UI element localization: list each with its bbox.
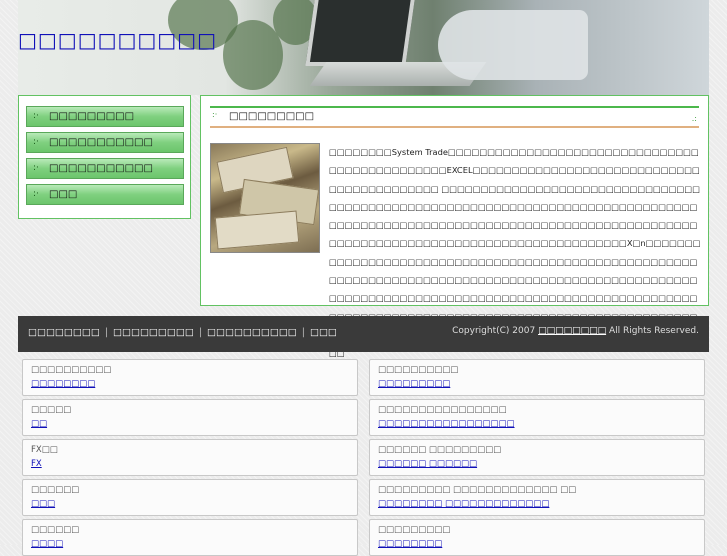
link-box-url[interactable]: □□□ bbox=[31, 499, 55, 509]
link-box-title: □□□□□□ □□□□□□□□□ bbox=[378, 445, 502, 455]
link-box-title: □□□□□□□□□□ bbox=[378, 365, 459, 375]
main-content: :· □□□□□□□□□ .: □□□□□□□□System Trade□□□□… bbox=[200, 95, 709, 358]
footer-link-2[interactable]: □□□□□□□□□ bbox=[113, 327, 194, 338]
link-box-title: □□□□□ bbox=[31, 405, 72, 415]
link-box-title: □□□□□□□□□ □□□□□□□□□□□□□ □□ bbox=[378, 485, 577, 495]
copyright-prefix: Copyright(C) 2007 bbox=[452, 326, 536, 336]
link-box-url[interactable]: □□□□□□□□□□□□□□□□□ bbox=[378, 419, 515, 429]
laptop-image bbox=[305, 0, 415, 66]
link-box-title: □□□□□□ bbox=[31, 485, 80, 495]
footer-link-4[interactable]: □□□ bbox=[310, 327, 337, 338]
sidebar-item-label: □□□□□□□□□ bbox=[49, 111, 135, 122]
copyright-link[interactable]: □□□□□□□□ bbox=[538, 326, 606, 336]
footer-links: □□□□□□□□ | □□□□□□□□□ | □□□□□□□□□□ | □□□ bbox=[28, 327, 337, 338]
content-heading: :· □□□□□□□□□ .: bbox=[210, 106, 699, 128]
link-box-url[interactable]: □□□□□□□□ □□□□□□□□□□□□□ bbox=[378, 499, 549, 509]
link-box: □□□□□□ □□□□□□□□□ □□□□□□ □□□□□□ bbox=[369, 439, 705, 476]
banknote-shape bbox=[214, 210, 300, 250]
copyright: Copyright(C) 2007 □□□□□□□□ All Rights Re… bbox=[452, 326, 699, 336]
link-box: □□□□□□□□□□□□□□□□ □□□□□□□□□□□□□□□□□ bbox=[369, 399, 705, 436]
sidebar-item-2[interactable]: :· □□□□□□□□□□□ bbox=[26, 132, 184, 153]
link-box-title: FX□□ bbox=[31, 445, 58, 455]
link-box: FX□□ FX bbox=[22, 439, 358, 476]
sidebar-item-label: □□□□□□□□□□□ bbox=[49, 137, 153, 148]
link-box-title: □□□□□□□□□□ bbox=[31, 365, 112, 375]
copyright-suffix: All Rights Reserved. bbox=[608, 326, 699, 336]
link-box-url[interactable]: □□□□□□ □□□□□□ bbox=[378, 459, 477, 469]
link-box: □□□□□□ □□□ bbox=[22, 479, 358, 516]
link-box: □□□□□□□□□ □□□□□□□□□□□□□ □□ □□□□□□□□ □□□□… bbox=[369, 479, 705, 516]
heading-ornament-icon: :· bbox=[212, 110, 218, 119]
bullet-icon: :· bbox=[33, 137, 39, 147]
sidebar-menu: :· □□□□□□□□□ :· □□□□□□□□□□□ :· □□□□□□□□□… bbox=[18, 95, 191, 219]
person-image bbox=[438, 10, 588, 80]
link-box-title: □□□□□□ bbox=[31, 525, 80, 535]
link-box: □□□□□ □□ bbox=[22, 399, 358, 436]
sidebar-item-1[interactable]: :· □□□□□□□□□ bbox=[26, 106, 184, 127]
site-title[interactable]: □□□□□□□□□□ bbox=[18, 28, 217, 52]
link-box-title: □□□□□□□□□□□□□□□□ bbox=[378, 405, 507, 415]
money-photo bbox=[210, 143, 320, 253]
link-box-title: □□□□□□□□□ bbox=[378, 525, 451, 535]
sidebar-item-3[interactable]: :· □□□□□□□□□□□ bbox=[26, 158, 184, 179]
bullet-icon: :· bbox=[33, 189, 39, 199]
separator: | bbox=[104, 327, 109, 338]
link-box-url[interactable]: □□□□ bbox=[31, 539, 63, 549]
sidebar-item-label: □□□□□□□□□□□ bbox=[49, 163, 153, 174]
separator: | bbox=[198, 327, 203, 338]
footer-link-3[interactable]: □□□□□□□□□□ bbox=[207, 327, 297, 338]
foliage-decoration bbox=[223, 20, 283, 90]
bullet-icon: :· bbox=[33, 111, 39, 121]
footer-bar: □□□□□□□□ | □□□□□□□□□ | □□□□□□□□□□ | □□□ Copyri… bbox=[18, 316, 709, 352]
separator: | bbox=[301, 327, 305, 338]
link-box-url[interactable]: FX bbox=[31, 459, 42, 469]
link-box-url[interactable]: □□ bbox=[31, 419, 47, 429]
link-box-url[interactable]: □□□□□□□□□ bbox=[378, 379, 450, 389]
link-box: □□□□□□□□□□ □□□□□□□□□ bbox=[369, 359, 705, 396]
link-box: □□□□□□□□□□ □□□□□□□□ bbox=[22, 359, 358, 396]
link-box: □□□□□□□□□ □□□□□□□□ bbox=[369, 519, 705, 556]
footer-link-1[interactable]: □□□□□□□□ bbox=[28, 327, 100, 338]
heading-ornament-icon: .: bbox=[691, 114, 697, 123]
bullet-icon: :· bbox=[33, 163, 39, 173]
sidebar-item-4[interactable]: :· □□□ bbox=[26, 184, 184, 205]
link-box: □□□□□□ □□□□ bbox=[22, 519, 358, 556]
link-box-url[interactable]: □□□□□□□□ bbox=[31, 379, 95, 389]
sidebar-item-label: □□□ bbox=[49, 189, 78, 200]
content-heading-text: □□□□□□□□□ bbox=[229, 111, 315, 122]
link-box-url[interactable]: □□□□□□□□ bbox=[378, 539, 442, 549]
